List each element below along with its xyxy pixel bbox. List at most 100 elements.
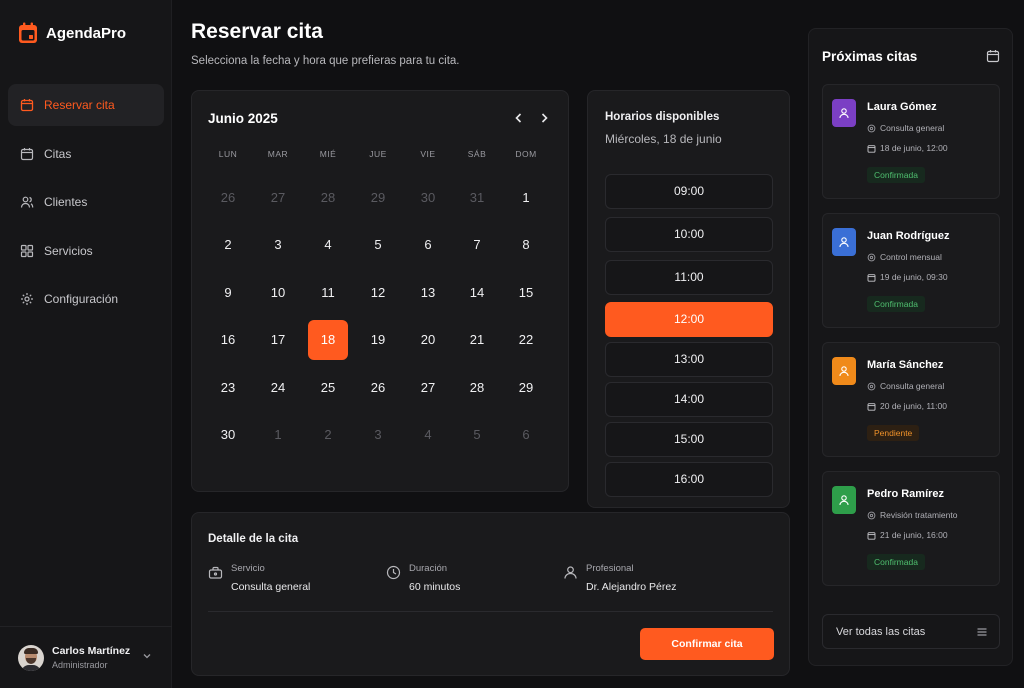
appointment-service: Control mensual [867,252,942,262]
calendar-day[interactable]: 18 [308,320,348,360]
calendar-day[interactable]: 22 [506,320,546,360]
user-menu[interactable]: Carlos Martínez Administrador [0,626,172,688]
calendar-day[interactable]: 3 [358,415,398,455]
calendar-icon [867,531,876,540]
calendar-day[interactable]: 26 [358,368,398,408]
service-icon [867,124,876,132]
calendar-day[interactable]: 24 [258,368,298,408]
appointment-name: Pedro Ramírez [867,488,945,500]
time-slot[interactable]: 14:00 [605,382,773,417]
time-slot[interactable]: 12:00 [605,302,773,337]
calendar-day[interactable]: 11 [308,273,348,313]
appointment-service-label: Consulta general [880,381,945,391]
professional-value: Dr. Alejandro Pérez [586,581,677,593]
calendar-day[interactable]: 21 [457,320,497,360]
calendar-day[interactable]: 15 [506,273,546,313]
confirm-button[interactable]: Confirmar cita [640,628,774,660]
calendar-day[interactable]: 30 [208,415,248,455]
time-slot[interactable]: 16:00 [605,462,773,497]
upcoming-title: Próximas citas [822,49,918,64]
weekday-header: JUE [369,149,387,159]
calendar-day[interactable]: 9 [208,273,248,313]
detail-professional: Profesional Dr. Alejandro Pérez [563,563,676,593]
appointment-service-label: Consulta general [880,123,945,133]
sidebar-item-citas[interactable]: Citas [8,133,164,175]
calendar-card: Junio 2025 LUN MAR MIÉ JUE VIE SÁB DOM 26 27 28 29… [191,90,569,492]
appointment-card[interactable]: Laura Gómez Consulta general 18 de junio, … [822,84,1000,199]
calendar-day[interactable]: 6 [506,415,546,455]
calendar-day[interactable]: 4 [408,415,448,455]
appointment-datetime-label: 19 de junio, 09:30 [880,272,948,282]
calendar-day[interactable]: 3 [258,225,298,265]
avatar [832,357,856,385]
time-slot[interactable]: 15:00 [605,422,773,457]
calendar-day[interactable]: 31 [457,178,497,218]
detail-service: Servicio Consulta general [208,563,310,593]
calendar-day[interactable]: 19 [358,320,398,360]
weekday-header: VIE [420,149,436,159]
appointment-datetime-label: 21 de junio, 16:00 [880,530,948,540]
upcoming-appointments-panel: Próximas citas Laura Gómez Consulta gener… [808,28,1013,666]
brand[interactable]: AgendaPro [18,22,126,44]
sidebar-item-servicios[interactable]: Servicios [8,230,164,272]
calendar-day[interactable]: 29 [506,368,546,408]
calendar-day[interactable]: 16 [208,320,248,360]
status-badge: Pendiente [867,425,920,441]
calendar-day[interactable]: 27 [408,368,448,408]
user-icon [564,566,577,579]
chevron-right-icon[interactable] [537,111,551,125]
calendar-icon[interactable] [986,49,1000,63]
calendar-day[interactable]: 25 [308,368,348,408]
calendar-day[interactable]: 20 [408,320,448,360]
calendar-day[interactable]: 13 [408,273,448,313]
calendar-day[interactable]: 1 [506,178,546,218]
calendar-day[interactable]: 26 [208,178,248,218]
calendar-day[interactable]: 10 [258,273,298,313]
calendar-outline-icon [20,147,34,160]
calendar-day[interactable]: 1 [258,415,298,455]
appointment-card[interactable]: María Sánchez Consulta general 20 de junio… [822,342,1000,457]
sidebar-item-clientes[interactable]: Clientes [8,181,164,223]
appointment-card[interactable]: Pedro Ramírez Revisión tratamiento 21 de j… [822,471,1000,586]
calendar-day[interactable]: 17 [258,320,298,360]
calendar-day[interactable]: 12 [358,273,398,313]
view-all-appointments-button[interactable]: Ver todas las citas [822,614,1000,649]
time-slot[interactable]: 11:00 [605,260,773,295]
calendar-day[interactable]: 6 [408,225,448,265]
calendar-day[interactable]: 4 [308,225,348,265]
calendar-day[interactable]: 7 [457,225,497,265]
calendar-day[interactable]: 27 [258,178,298,218]
calendar-day[interactable]: 29 [358,178,398,218]
calendar-day[interactable]: 30 [408,178,448,218]
calendar-logo-icon [19,22,37,43]
sidebar-item-label: Servicios [44,243,93,258]
user-role: Administrador [52,660,108,670]
time-slot[interactable]: 10:00 [605,217,773,252]
calendar-day[interactable]: 28 [457,368,497,408]
calendar-day[interactable]: 14 [457,273,497,313]
appointment-card[interactable]: Juan Rodríguez Control mensual 19 de junio… [822,213,1000,328]
appointment-service-label: Revisión tratamiento [880,510,958,520]
page-subtitle: Selecciona la fecha y hora que prefieras… [191,55,460,67]
professional-label: Profesional [586,563,634,574]
appointment-datetime: 18 de junio, 12:00 [867,143,948,153]
app-name: AgendaPro [46,24,127,42]
time-slot[interactable]: 13:00 [605,342,773,377]
user-icon [839,366,849,377]
appointment-service: Consulta general [867,381,944,391]
calendar-day[interactable]: 5 [358,225,398,265]
calendar-day[interactable]: 28 [308,178,348,218]
sidebar-item-reservar-cita[interactable]: Reservar cita [8,84,164,126]
time-slot[interactable]: 09:00 [605,174,773,209]
sidebar-item-configuracion[interactable]: Configuración [8,278,164,320]
appointment-datetime-label: 18 de junio, 12:00 [880,143,948,153]
calendar-day[interactable]: 23 [208,368,248,408]
sidebar-nav: Reservar cita Citas Clientes Servicios C… [8,84,164,327]
chevron-down-icon[interactable] [142,651,152,661]
chevron-left-icon[interactable] [512,111,526,125]
briefcase-icon [208,566,223,579]
calendar-day[interactable]: 2 [208,225,248,265]
calendar-day[interactable]: 2 [308,415,348,455]
calendar-day[interactable]: 8 [506,225,546,265]
calendar-day[interactable]: 5 [457,415,497,455]
